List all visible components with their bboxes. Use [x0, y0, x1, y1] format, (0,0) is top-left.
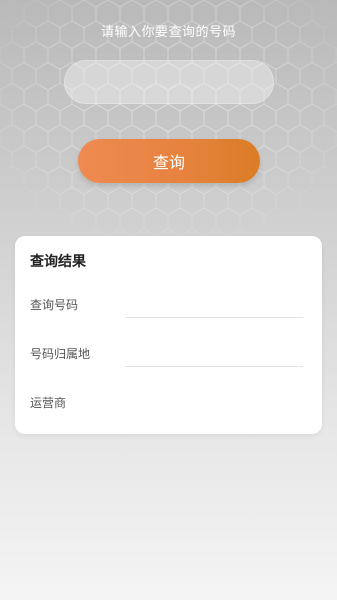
query-number-value [125, 294, 303, 314]
query-button[interactable]: 查询 [78, 139, 260, 183]
query-result-card: 查询结果 查询号码 号码归属地 运营商 [15, 236, 322, 434]
number-location-divider [125, 366, 303, 367]
number-location-label: 号码归属地 [30, 347, 91, 361]
carrier-value [125, 392, 303, 412]
carrier-label: 运营商 [30, 396, 67, 410]
phone-query-screen: 请输入你要查询的号码 查询 查询结果 查询号码 号码归属地 运营商 [0, 0, 337, 600]
number-location-value [125, 343, 303, 363]
query-number-label: 查询号码 [30, 298, 79, 312]
query-number-divider [125, 317, 303, 318]
phone-number-input[interactable] [64, 60, 274, 104]
result-card-title: 查询结果 [30, 254, 86, 270]
query-prompt-text: 请输入你要查询的号码 [100, 25, 236, 40]
